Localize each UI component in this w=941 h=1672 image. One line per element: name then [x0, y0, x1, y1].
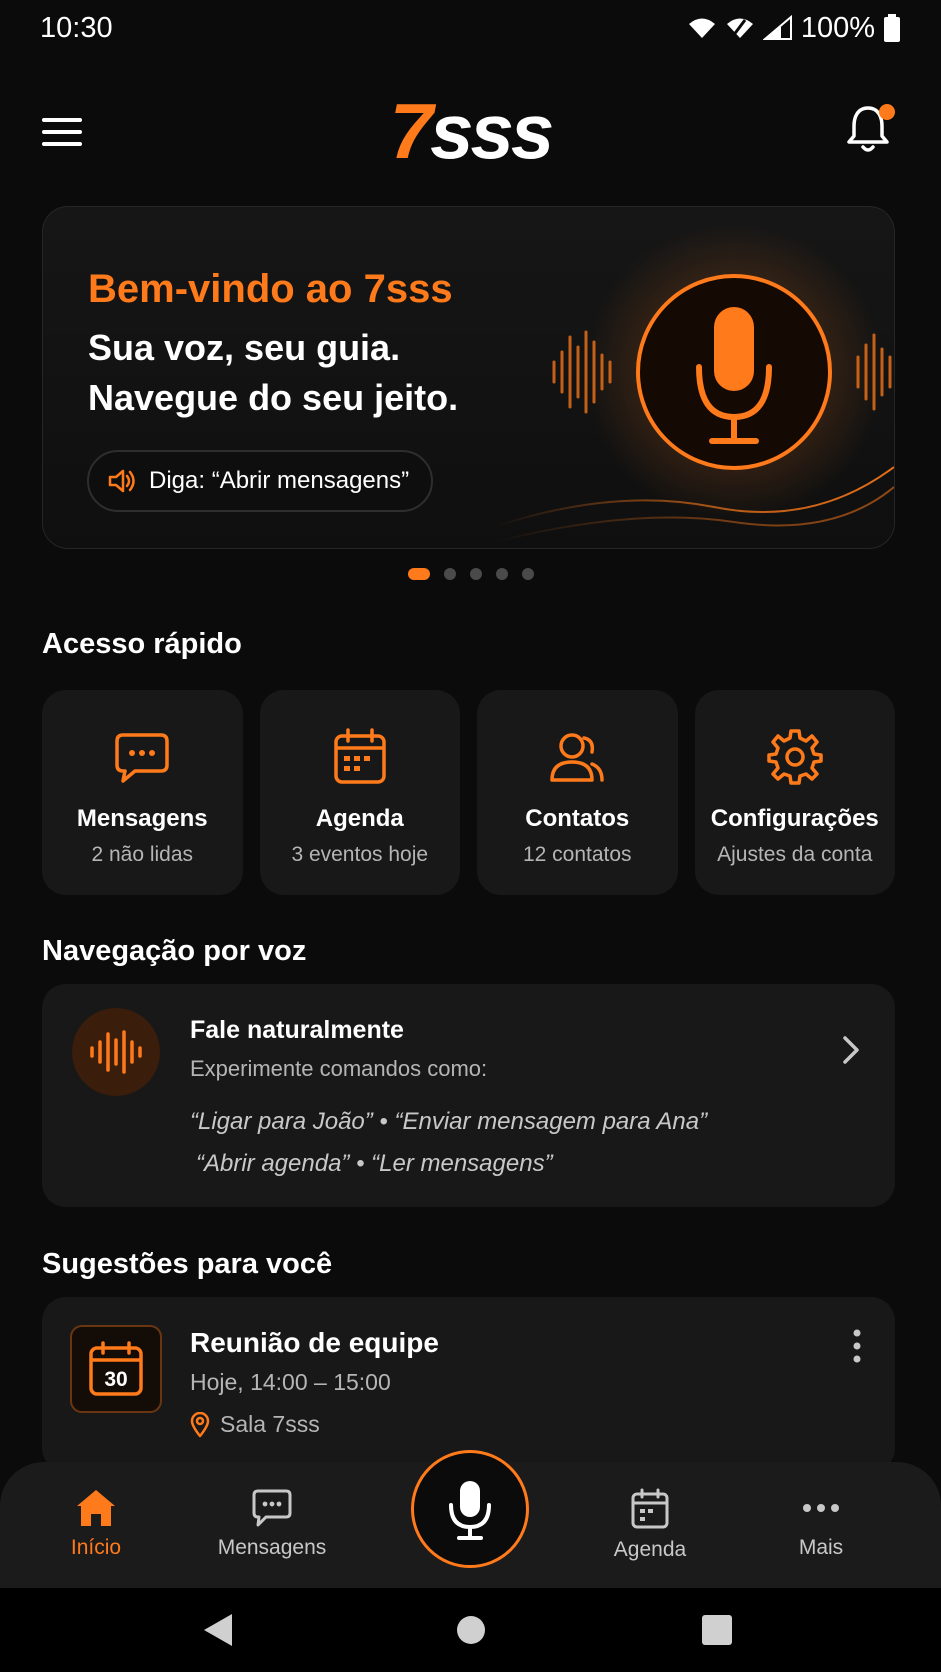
voice-mic-button[interactable] [411, 1450, 529, 1568]
soundwave-badge [72, 1008, 160, 1096]
nav-label: Mais [798, 1536, 844, 1559]
event-day-number: 30 [104, 1368, 127, 1391]
quick-card-label: Agenda [315, 805, 404, 832]
nav-item-messages[interactable]: Mensagens [192, 1488, 352, 1560]
microphone-icon [449, 1481, 491, 1540]
nav-item-home[interactable]: Início [16, 1488, 176, 1560]
app-logo: 7sss [389, 87, 555, 175]
battery-percent: 100% [800, 11, 875, 44]
event-time: Hoje, 14:00 – 15:00 [190, 1369, 391, 1395]
more-vertical-icon[interactable] [847, 1327, 867, 1367]
hero-subtitle-2: Navegue do seu jeito. [88, 377, 459, 418]
notification-badge [879, 104, 895, 120]
event-location: Sala 7sss [190, 1411, 320, 1438]
recents-icon[interactable] [700, 1612, 734, 1648]
quick-card-label: Mensagens [76, 805, 208, 832]
back-icon[interactable] [200, 1612, 236, 1648]
voice-hint-chip[interactable]: Diga: “Abrir mensagens” [87, 450, 434, 512]
status-icons: 100% [687, 12, 901, 45]
voice-card-title: Fale naturalmente [190, 1016, 404, 1044]
more-icon [803, 1504, 839, 1512]
battery-icon [884, 14, 900, 42]
quick-card-messages[interactable]: Mensagens 2 não lidas [42, 690, 243, 895]
voice-hint-text: Diga: “Abrir mensagens” [149, 467, 410, 494]
quick-card-sub: 12 contatos [522, 843, 632, 866]
carousel-dot-4[interactable] [495, 568, 508, 580]
speaker-icon [108, 469, 135, 493]
voice-nav-title: Navegação por voz [42, 935, 307, 967]
notifications-button[interactable] [845, 102, 895, 156]
hamburger-icon [42, 118, 82, 146]
quick-card-agenda[interactable]: Agenda 3 eventos hoje [259, 690, 460, 895]
wifi-calling-icon [726, 18, 753, 38]
soundwave-icon [90, 1030, 142, 1074]
status-bar: 10:30 100% [0, 0, 941, 56]
voice-commands-line-2: “Abrir agenda” • “Ler mensagens” [196, 1150, 553, 1177]
quick-card-label: Contatos [525, 805, 630, 832]
nav-label: Início [70, 1536, 122, 1559]
menu-button[interactable] [40, 114, 86, 150]
welcome-banner[interactable]: Bem-vindo ao 7sss Sua voz, seu guia. Nav… [42, 206, 895, 549]
nav-label: Mensagens [217, 1536, 327, 1559]
wifi-icon [688, 18, 715, 38]
quick-card-sub: Ajustes da conta [717, 843, 873, 866]
quick-access-grid: Mensagens 2 não lidas Agenda 3 eventos h… [42, 690, 895, 895]
quick-card-sub: 3 eventos hoje [291, 843, 429, 866]
voice-commands-line-1: “Ligar para João” • “Enviar mensagem par… [190, 1108, 708, 1135]
hero-title: Bem-vindo ao 7sss [88, 267, 453, 311]
voice-nav-card[interactable]: Fale naturalmente Experimente comandos c… [42, 984, 895, 1207]
home-system-icon[interactable] [455, 1612, 487, 1648]
nav-label: Agenda [613, 1538, 687, 1561]
calendar-icon [334, 728, 386, 784]
quick-card-contacts[interactable]: Contatos 12 contatos [477, 690, 678, 895]
calendar-icon [631, 1488, 669, 1529]
voice-card-subtitle: Experimente comandos como: [190, 1056, 488, 1081]
carousel-indicator [0, 568, 941, 580]
gear-icon [767, 729, 823, 785]
carousel-dot-3[interactable] [469, 568, 482, 580]
suggestion-card[interactable]: 30 Reunião de equipe Hoje, 14:00 – 15:00… [42, 1297, 895, 1472]
carousel-dot-1[interactable] [407, 568, 430, 580]
event-date-badge: 30 [70, 1325, 162, 1413]
contacts-icon [550, 733, 604, 782]
event-location-text: Sala 7sss [220, 1411, 320, 1437]
event-title: Reunião de equipe [190, 1327, 439, 1358]
carousel-dot-5[interactable] [521, 568, 534, 580]
signal-icon [762, 15, 792, 40]
app-header: 7sss [0, 86, 941, 176]
chevron-right-icon [843, 1036, 859, 1064]
home-icon [77, 1490, 115, 1526]
suggestions-title: Sugestões para você [42, 1248, 333, 1280]
location-pin-icon [190, 1411, 210, 1437]
nav-item-more[interactable]: Mais [741, 1488, 901, 1560]
nav-item-agenda[interactable]: Agenda [570, 1488, 730, 1562]
status-time: 10:30 [40, 11, 113, 44]
system-navigation-bar [0, 1588, 941, 1672]
chat-icon [252, 1489, 292, 1527]
quick-access-title: Acesso rápido [42, 628, 242, 660]
quick-card-settings[interactable]: Configurações Ajustes da conta [694, 690, 895, 895]
hero-subtitle-1: Sua voz, seu guia. [88, 327, 401, 368]
quick-card-label: Configurações [710, 805, 879, 832]
chat-icon [115, 733, 169, 783]
quick-card-sub: 2 não lidas [91, 843, 194, 866]
voice-hero-illustration [494, 222, 894, 543]
carousel-dot-2[interactable] [443, 568, 456, 580]
calendar-day-icon: 30 [89, 1341, 143, 1396]
